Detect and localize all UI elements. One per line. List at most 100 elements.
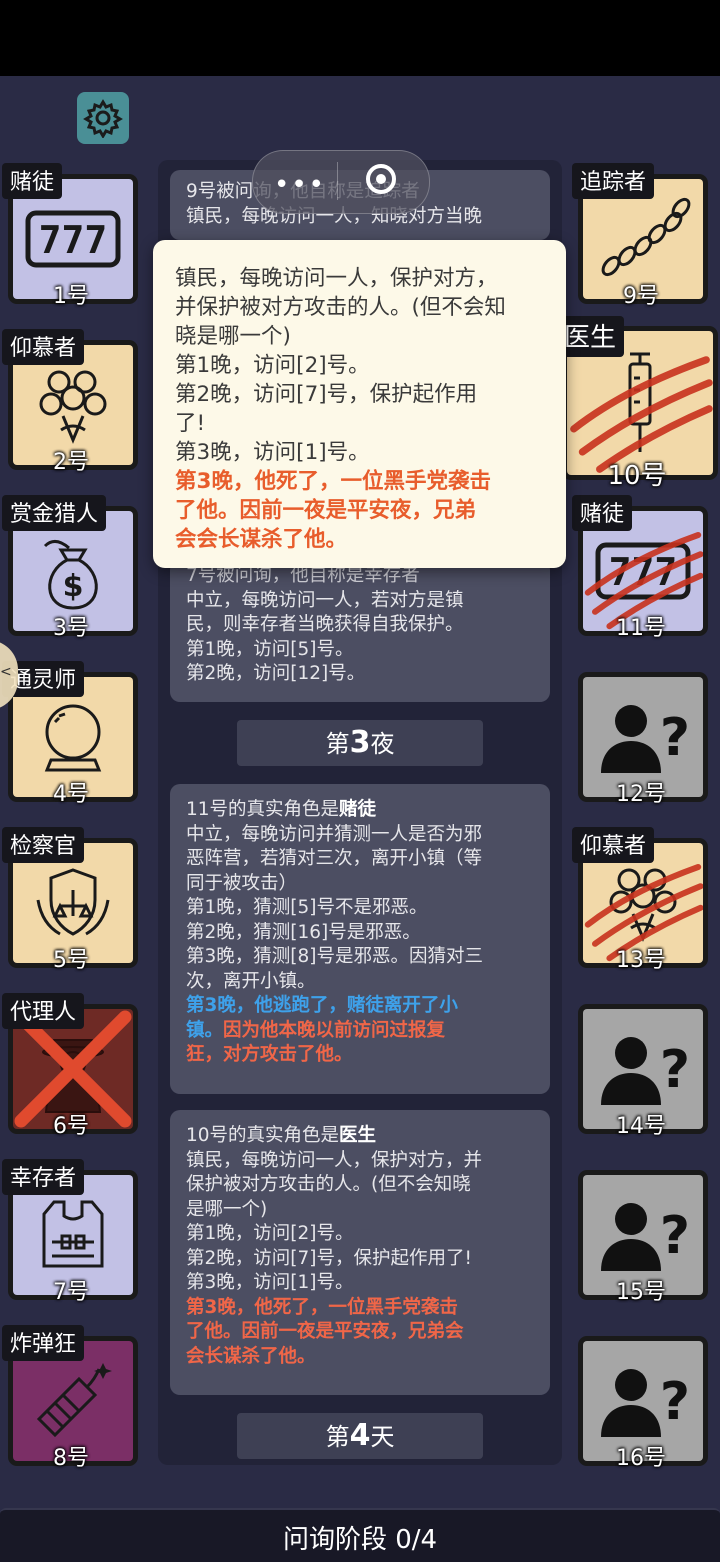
player-card-16[interactable]: ? 16号 [572, 1332, 710, 1471]
death-text: 会长谋杀了他。 [186, 1345, 316, 1367]
role-name: 医生 [339, 1125, 377, 1146]
footprints-icon [601, 197, 691, 277]
log-line: 第1晚，访问[5]号。 [186, 638, 354, 660]
phase-label: 问询阶段 0/4 [282, 1525, 438, 1555]
phase-bar[interactable]: 问询阶段 0/4 [0, 1508, 720, 1562]
close-miniprogram-icon[interactable] [366, 164, 396, 194]
day-label-post: 天 [370, 1423, 395, 1451]
role-label: 代理人 [2, 993, 85, 1029]
svg-text:?: ? [660, 1040, 690, 1100]
log-line: 10号的真实角色是医生 [186, 1124, 534, 1149]
popup-line: 了! [175, 411, 206, 436]
money-bag-icon: $ [43, 540, 98, 610]
log-line: 11号的真实角色是赌徒 [186, 798, 534, 823]
role-name: 赌徒 [339, 799, 377, 820]
player-card-13[interactable]: 仰慕者 13号 [572, 827, 710, 973]
player-card-5[interactable]: 检察官 5号 [2, 827, 140, 973]
justice-badge-icon [36, 868, 110, 936]
log-entry-gambler: 11号的真实角色是赌徒 中立，每晚访问并猜测一人是否为邪 恶阵营，若猜对三次，离… [170, 784, 550, 1094]
death-text: 第3晚，他死了，一位黑手党袭击 [186, 1296, 458, 1318]
player-card-3[interactable]: $ 赏金猎人 3号 [2, 495, 140, 641]
player-number: 10号 [607, 461, 667, 491]
dynamite-icon [36, 1363, 112, 1438]
player-number: 6号 [53, 1114, 89, 1139]
log-line: 次，离开小镇。 [186, 970, 316, 992]
settings-button[interactable] [77, 92, 129, 144]
player-card-1[interactable]: 777 赌徒 1号 [2, 163, 140, 309]
chevron-left-icon: < [0, 664, 12, 680]
player-number: 13号 [616, 948, 666, 973]
player-card-11[interactable]: 777 赌徒 11号 [572, 495, 710, 641]
log-line: 恶阵营，若猜对三次，离开小镇（等 [186, 848, 483, 869]
player-number: 11号 [616, 616, 666, 641]
popup-death-line: 会会长谋杀了他。 [175, 527, 348, 552]
log-line: 第1晚，猜测[5]号不是邪恶。 [186, 897, 428, 918]
log-line: 了他。因前一夜是平安夜，兄弟会 [186, 1320, 534, 1345]
death-text: 了他。因前一夜是平安夜，兄弟会 [186, 1321, 464, 1342]
role-label: 幸存者 [2, 1159, 85, 1195]
role-label: 赌徒 [572, 495, 633, 531]
crystal-ball-icon [44, 704, 102, 772]
log-entry-survivor: 7号被问询，他自称是幸存者 中立，每晚访问一人，若对方是镇 民，则幸存者当晚获得… [170, 560, 550, 702]
log-line: 第2晚，访问[12]号。 [186, 663, 366, 684]
log-line: 第3晚，他死了，一位黑手党袭击 [186, 1296, 534, 1321]
popup-line: 晓是哪一个) [175, 324, 291, 349]
role-detail-popup[interactable]: 镇民，每晚访问一人，保护对方， 并保护被对方攻击的人。(但不会知 晓是哪一个) … [153, 240, 566, 568]
popup-death-line: 第3晚，他死了，一位黑手党袭击 [175, 469, 491, 494]
more-options-button[interactable]: ••• [274, 170, 326, 200]
player-number: 12号 [616, 782, 666, 807]
player-number: 1号 [53, 284, 89, 309]
svg-text:?: ? [660, 1372, 690, 1432]
log-line: 同于被攻击） [186, 872, 298, 894]
log-line: 第1晚，访问[2]号。 [186, 1223, 354, 1244]
player-card-14[interactable]: ? 14号 [572, 1000, 710, 1139]
player-card-8[interactable]: 炸弹狂 8号 [2, 1325, 140, 1471]
player-number: 9号 [623, 284, 659, 309]
player-card-2[interactable]: 仰慕者 2号 [2, 329, 140, 475]
day-4-header: 第4天 [237, 1413, 483, 1459]
log-line: 镇民，每晚访问一人，保护对方，并 [186, 1149, 483, 1171]
role-label: 赏金猎人 [2, 495, 107, 531]
log-line: 镇。因为他本晚以前访问过报复 [186, 1019, 534, 1044]
player-card-4[interactable]: 通灵师 4号 [2, 661, 140, 807]
unknown-person-icon: ? [601, 1203, 690, 1271]
log-line: 第3晚，猜测[8]号是邪恶。因猜对三 [186, 946, 483, 967]
player-number: 4号 [53, 782, 89, 807]
night-3-header: 第3夜 [237, 720, 483, 766]
player-number: 3号 [53, 616, 89, 641]
unknown-person-icon: ? [601, 1369, 690, 1437]
role-label: 追踪者 [572, 163, 655, 199]
player-card-12[interactable]: ? 12号 [572, 668, 710, 807]
log-line: 中立，每晚访问并猜测一人是否为邪 [186, 823, 483, 845]
role-label: 仰慕者 [572, 827, 655, 863]
capsule-divider [337, 162, 338, 200]
log-entry-doctor: 10号的真实角色是医生 镇民，每晚访问一人，保护对方，并 保护被对方攻击的人。(… [170, 1110, 550, 1395]
unknown-person-icon: ? [601, 705, 690, 773]
vest-icon [42, 1200, 104, 1268]
log-text: 11号的真实角色是 [186, 799, 340, 820]
day-number: 4 [349, 1418, 371, 1453]
player-card-10[interactable]: 医生 10号 [556, 316, 718, 491]
popup-line: 镇民，每晚访问一人，保护对方， [175, 266, 498, 291]
night-number: 3 [349, 725, 371, 760]
role-label: 医生 [556, 316, 625, 357]
log-line: 民，则幸存者当晚获得自我保护。 [186, 614, 464, 635]
log-line: 中立，每晚访问一人，若对方是镇 [186, 589, 464, 611]
log-text: 10号的真实角色是 [186, 1125, 340, 1146]
role-label: 仰慕者 [2, 329, 85, 365]
unknown-person-icon: ? [601, 1037, 690, 1105]
log-line: 保护被对方攻击的人。(但不会知晓 [186, 1174, 471, 1195]
popup-line: 并保护被对方攻击的人。(但不会知 [175, 295, 506, 320]
player-card-6[interactable]: 代理人 6号 [2, 993, 140, 1139]
player-card-7[interactable]: 幸存者 7号 [2, 1159, 140, 1305]
popup-line: 第1晚，访问[2]号。 [175, 353, 370, 378]
log-line: 第2晚，访问[7]号，保护起作用了! [186, 1247, 472, 1269]
night-label-post: 夜 [370, 730, 395, 758]
svg-text:777: 777 [39, 218, 108, 262]
player-number: 5号 [53, 948, 89, 973]
log-line: 第2晚，猜测[16]号是邪恶。 [186, 921, 421, 943]
player-number: 15号 [616, 1280, 666, 1305]
player-card-15[interactable]: ? 15号 [572, 1166, 710, 1305]
player-card-9[interactable]: 追踪者 9号 [572, 163, 710, 309]
night-label-pre: 第 [325, 730, 350, 758]
